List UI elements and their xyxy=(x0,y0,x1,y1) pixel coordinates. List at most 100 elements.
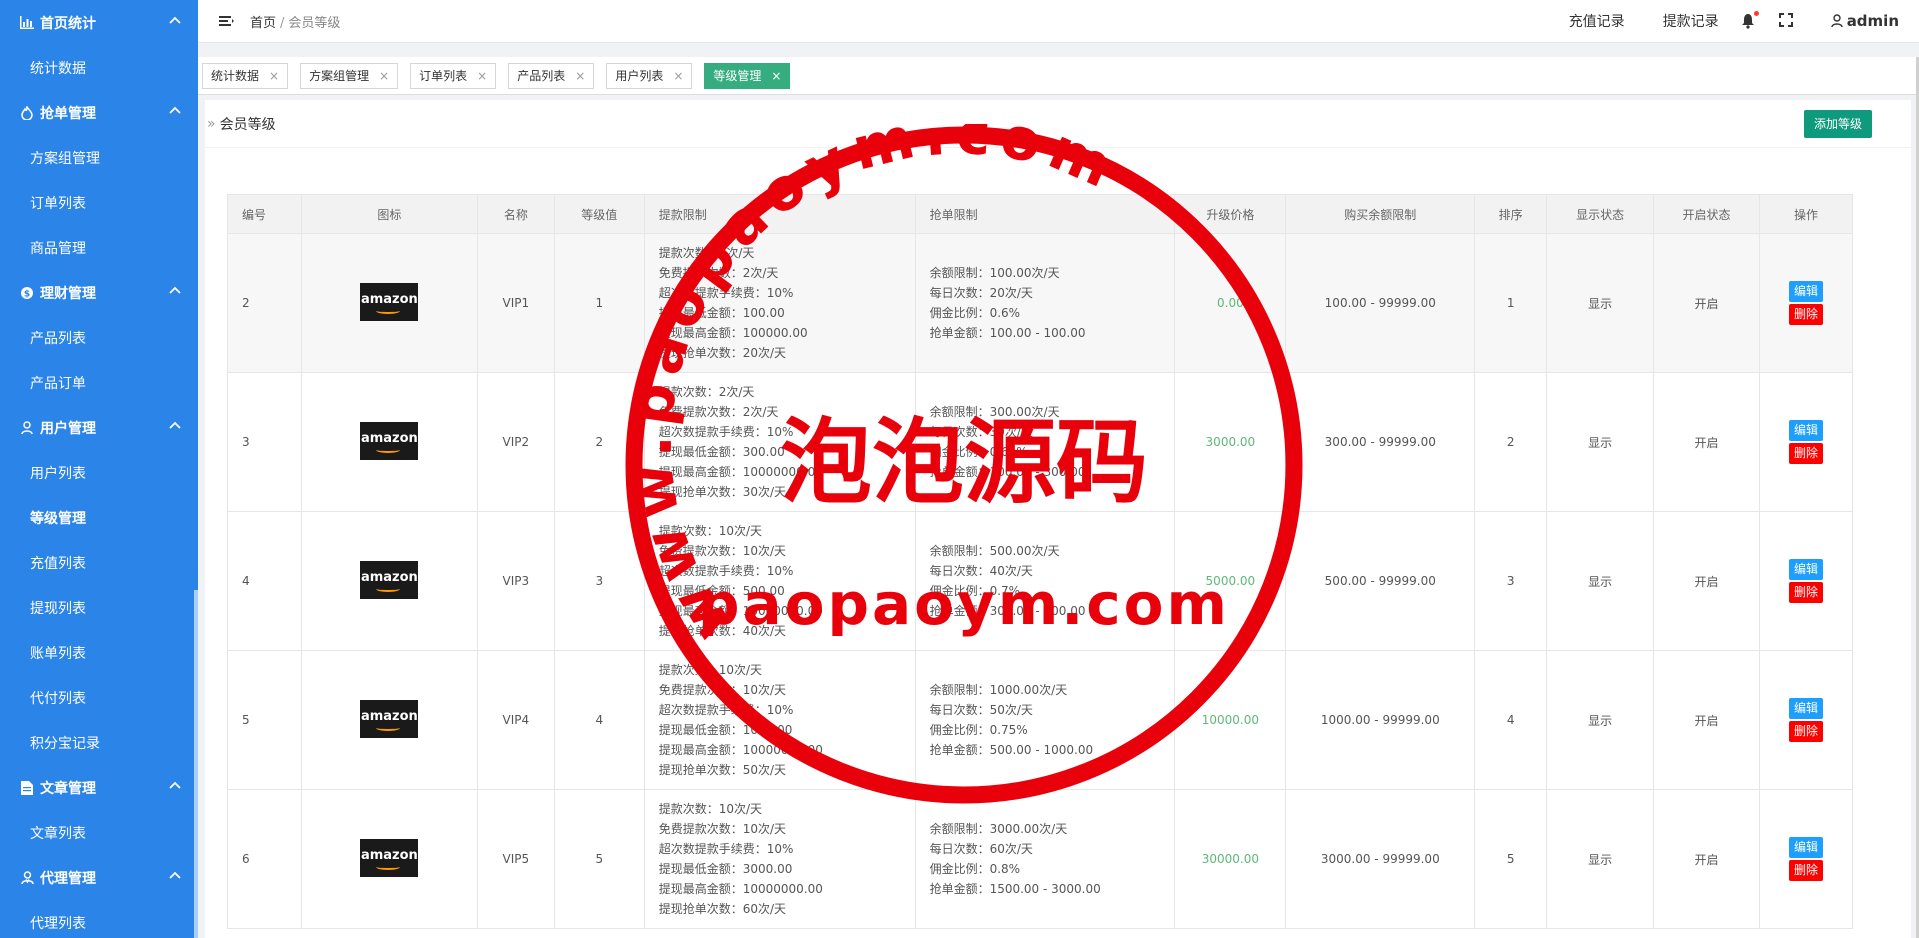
fullscreen-icon[interactable] xyxy=(1778,13,1795,29)
user-menu[interactable]: admin xyxy=(1830,12,1899,30)
sidebar-item[interactable]: 商品管理 xyxy=(0,225,198,270)
panel-title: 会员等级 xyxy=(219,116,276,133)
tab-label: 等级管理 xyxy=(713,69,762,83)
cell-icon: amazon xyxy=(300,511,478,651)
close-icon[interactable]: × xyxy=(477,69,487,83)
tabs-bar: 统计数据 × 方案组管理 × 订单列表 × 产品列表 × 用户列表 × 等级管理 × xyxy=(198,57,1919,95)
withdraw-line: 提款次数：10次/天 xyxy=(658,802,763,816)
cell-actions: 编辑 删除 xyxy=(1758,650,1854,790)
delete-button[interactable]: 删除 xyxy=(1788,721,1823,742)
breadcrumb-home[interactable]: 首页 xyxy=(250,16,276,31)
grab-line: 每日次数：60次/天 xyxy=(929,842,1033,856)
user-icon xyxy=(1830,14,1843,28)
table-row: 4 amazon VIP3 3 提款次数：10次/天 免费提款次数：10次/天 超次数提款手… xyxy=(227,511,1854,651)
add-level-button[interactable]: 添加等级 xyxy=(1803,109,1872,138)
cell-icon: amazon xyxy=(300,233,478,373)
column-header: 购买余额限制 xyxy=(1285,194,1476,234)
column-header: 编号 xyxy=(227,194,302,234)
sidebar-item[interactable]: 文章列表 xyxy=(0,810,198,855)
grab-line: 抢单金额：500.00 - 1000.00 xyxy=(929,743,1094,757)
delete-button[interactable]: 删除 xyxy=(1788,304,1823,325)
sidebar-group-label: 文章管理 xyxy=(40,780,96,797)
column-header: 等级值 xyxy=(553,194,645,234)
edit-button[interactable]: 编辑 xyxy=(1788,698,1823,719)
edit-button[interactable]: 编辑 xyxy=(1788,281,1823,302)
sidebar-item[interactable]: 代付列表 xyxy=(0,675,198,720)
close-icon[interactable]: × xyxy=(673,69,683,83)
edit-button[interactable]: 编辑 xyxy=(1788,837,1823,858)
sidebar-item[interactable]: 充值列表 xyxy=(0,540,198,585)
cell-id: 5 xyxy=(227,650,302,790)
tab-item[interactable]: 方案组管理 × xyxy=(300,62,399,89)
amazon-logo-image: amazon xyxy=(360,560,419,599)
sidebar-item[interactable]: 统计数据 xyxy=(0,45,198,90)
breadcrumb: 首页 / 会员等级 xyxy=(250,12,340,31)
sidebar-group-3[interactable]: 用户管理 xyxy=(0,405,198,450)
sidebar-item[interactable]: 方案组管理 xyxy=(0,135,198,180)
cell-upgrade-price: 10000.00 xyxy=(1174,650,1287,790)
cell-grab-limits: 余额限制：300.00次/天 每日次数：30次/天 佣金比例：0.65% 抢单金额：1… xyxy=(914,372,1176,512)
close-icon[interactable]: × xyxy=(771,69,781,83)
delete-button[interactable]: 删除 xyxy=(1788,443,1823,464)
chevron-up-icon xyxy=(168,419,184,435)
grab-line: 佣金比例：0.8% xyxy=(929,862,1021,876)
grab-line: 抢单金额：300.00 - 500.00 xyxy=(929,604,1086,618)
sidebar-group-4[interactable]: 文章管理 xyxy=(0,765,198,810)
recharge-record-link[interactable]: 充值记录 xyxy=(1569,11,1625,31)
sidebar-item[interactable]: 代理列表 xyxy=(0,900,198,938)
withdraw-record-link[interactable]: 提款记录 xyxy=(1663,11,1719,31)
sidebar-item[interactable]: 用户列表 xyxy=(0,450,198,495)
cell-show-status: 显示 xyxy=(1546,372,1655,512)
column-header: 名称 xyxy=(476,194,555,234)
sidebar-scrollbar[interactable] xyxy=(194,590,198,938)
close-icon[interactable]: × xyxy=(379,69,389,83)
cell-sort: 2 xyxy=(1474,372,1548,512)
sidebar-item[interactable]: 等级管理 xyxy=(0,495,198,540)
user-icon xyxy=(20,420,34,435)
sidebar-group-0[interactable]: 首页统计 xyxy=(0,0,198,45)
cell-show-status: 显示 xyxy=(1546,650,1655,790)
sidebar-item[interactable]: 产品列表 xyxy=(0,315,198,360)
table-row: 3 amazon VIP2 2 提款次数：2次/天 免费提款次数：2次/天 超次数提款手续费… xyxy=(227,372,1854,512)
fire-icon xyxy=(20,105,34,120)
edit-button[interactable]: 编辑 xyxy=(1788,559,1823,580)
sidebar-group-1[interactable]: 抢单管理 xyxy=(0,90,198,135)
close-icon[interactable]: × xyxy=(575,69,585,83)
cell-name: VIP3 xyxy=(476,511,555,651)
cell-upgrade-price: 30000.00 xyxy=(1174,789,1287,929)
edit-button[interactable]: 编辑 xyxy=(1788,420,1823,441)
delete-button[interactable]: 删除 xyxy=(1788,860,1823,881)
sidebar-item[interactable]: 积分宝记录 xyxy=(0,720,198,765)
column-header: 升级价格 xyxy=(1174,194,1287,234)
cell-show-status: 显示 xyxy=(1546,789,1655,929)
cell-level: 5 xyxy=(553,789,645,929)
sidebar-group-5[interactable]: 代理管理 xyxy=(0,855,198,900)
cell-id: 3 xyxy=(227,372,302,512)
withdraw-line: 提现最低金额：3000.00 xyxy=(658,862,793,876)
menu-toggle-icon[interactable] xyxy=(218,13,234,29)
column-header: 图标 xyxy=(300,194,478,234)
tab-item[interactable]: 订单列表 × xyxy=(410,62,497,89)
tab-item[interactable]: 统计数据 × xyxy=(202,62,289,89)
sidebar-item[interactable]: 提现列表 xyxy=(0,585,198,630)
tab-label: 产品列表 xyxy=(517,69,566,83)
cell-grab-limits: 余额限制：3000.00次/天 每日次数：60次/天 佣金比例：0.8% 抢单金额：1… xyxy=(914,789,1176,929)
close-icon[interactable]: × xyxy=(269,69,279,83)
document-icon xyxy=(20,780,34,795)
cell-upgrade-price: 3000.00 xyxy=(1174,372,1287,512)
cell-sort: 5 xyxy=(1474,789,1548,929)
bell-icon[interactable] xyxy=(1741,11,1759,29)
tab-item[interactable]: 等级管理 × xyxy=(704,62,791,89)
agent-icon xyxy=(20,870,34,885)
sidebar-item[interactable]: 账单列表 xyxy=(0,630,198,675)
delete-button[interactable]: 删除 xyxy=(1788,582,1823,603)
tab-item[interactable]: 产品列表 × xyxy=(508,62,595,89)
cell-id: 6 xyxy=(227,789,302,929)
sidebar-group-label: 理财管理 xyxy=(40,285,96,302)
tab-item[interactable]: 用户列表 × xyxy=(606,62,693,89)
sidebar-item[interactable]: 产品订单 xyxy=(0,360,198,405)
withdraw-line: 提现最高金额：100000.00 xyxy=(658,326,808,340)
sidebar-item[interactable]: 订单列表 xyxy=(0,180,198,225)
sidebar-group-2[interactable]: $ 理财管理 xyxy=(0,270,198,315)
withdraw-line: 提现最高金额：10000000.00 xyxy=(658,882,823,896)
